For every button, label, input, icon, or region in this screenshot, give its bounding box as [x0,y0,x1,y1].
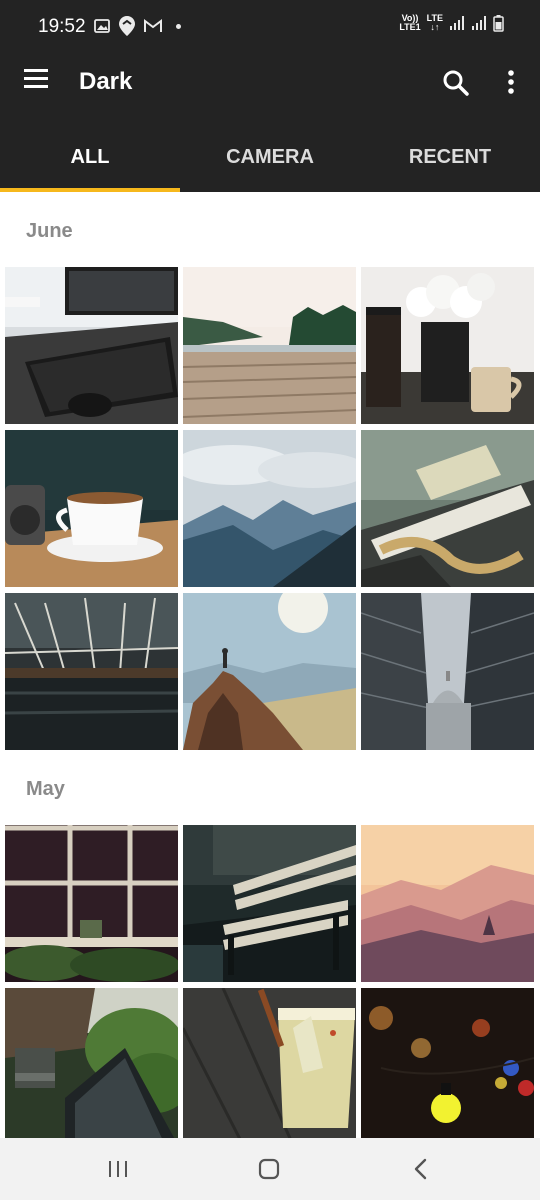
hamburger-menu-icon[interactable] [22,69,52,97]
photo-string-lights[interactable] [361,988,534,1138]
photo-mountain-valley[interactable] [183,430,356,587]
photo-gallery[interactable]: June May [0,192,540,1138]
location-pin-icon [119,16,135,36]
photo-notebook-paper[interactable] [361,430,534,587]
navigation-bar [0,1138,540,1200]
status-bar: 19:52 Vo)) LTE1 LTE ↓↑ [0,0,540,45]
signal-icon [450,16,464,30]
volte-indicator: Vo)) LTE1 [399,13,421,32]
signal-icon [472,16,486,30]
photo-rainy-bench[interactable] [183,825,356,982]
gallery-icon [94,19,110,33]
tab-bar: ALL CAMERA RECENT [0,120,540,192]
app-title: Dark [79,68,133,95]
search-icon[interactable] [440,67,472,99]
app-bar: Dark [0,45,540,120]
photo-wooden-pier-lake[interactable] [183,267,356,424]
photo-hiker-cliff[interactable] [183,593,356,750]
gmail-icon [144,19,162,32]
section-title-may: May [26,778,65,800]
photo-glass-buildings-cathedral[interactable] [361,593,534,750]
photo-desk-keyboard[interactable] [5,267,178,424]
status-time: 19:52 [38,16,86,37]
tab-all[interactable]: ALL [0,120,180,192]
photo-cocktail-cinnamon[interactable] [183,988,356,1138]
more-vertical-icon[interactable] [500,67,522,99]
status-notification-icons [94,15,181,37]
photo-coffee-cup-camera[interactable] [5,430,178,587]
section-title-june: June [26,220,73,242]
photo-pink-sunset-hills[interactable] [361,825,534,982]
tab-camera[interactable]: CAMERA [180,120,360,192]
status-system-icons: Vo)) LTE1 LTE ↓↑ [399,14,504,32]
home-icon[interactable] [249,1156,289,1182]
dot-icon [176,23,181,29]
battery-icon [493,14,504,32]
photo-rope-bridge[interactable] [5,593,178,750]
photo-park-bench-garden[interactable] [5,988,178,1138]
photo-window-plants[interactable] [5,825,178,982]
back-icon[interactable] [400,1156,440,1182]
tab-recent[interactable]: RECENT [360,120,540,192]
photo-flowers-coffee[interactable] [361,267,534,424]
lte-indicator: LTE ↓↑ [426,13,443,32]
recent-apps-icon[interactable] [98,1156,138,1182]
